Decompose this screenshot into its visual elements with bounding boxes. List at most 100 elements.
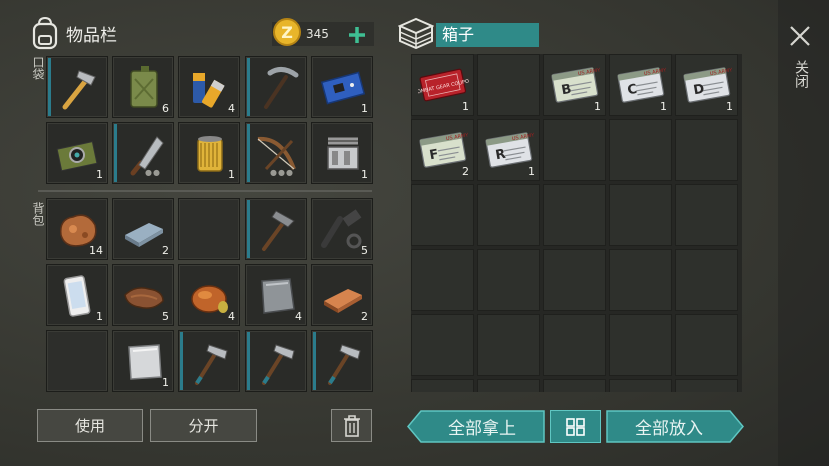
box-slot-empty[interactable]: [675, 249, 738, 311]
durability-bar: [247, 58, 250, 116]
close-icon[interactable]: [789, 25, 811, 47]
pocket-slot-engine-block[interactable]: 1: [311, 122, 373, 184]
take-all-button[interactable]: 全部拿上: [407, 410, 545, 443]
durability-bar: [114, 124, 117, 182]
pocket-slot-cleaver[interactable]: ●●: [112, 122, 174, 184]
backpack-icon: [32, 16, 58, 50]
box-slot-empty[interactable]: [543, 314, 606, 376]
backpack-slot-hatchet[interactable]: [311, 330, 373, 392]
use-button[interactable]: 使用: [37, 409, 143, 442]
durability-bar: [313, 332, 316, 390]
close-label: 关闭: [793, 60, 809, 88]
box-slot-army-card[interactable]: US ARMY F 2: [411, 119, 474, 181]
item-count: 1: [462, 100, 469, 113]
box-slot-empty[interactable]: [543, 184, 606, 246]
box-slot-empty[interactable]: [609, 184, 672, 246]
pocket-slot-oil-filter[interactable]: 1: [178, 122, 240, 184]
coin-amount: 345: [306, 27, 329, 41]
item-count: 1: [660, 100, 667, 113]
pocket-slot-batteries[interactable]: 4: [178, 56, 240, 118]
split-button[interactable]: 分开: [150, 409, 257, 442]
box-slot-empty[interactable]: [543, 249, 606, 311]
item-count: 4: [228, 310, 235, 323]
box-slot-empty[interactable]: [675, 119, 738, 181]
box-grid-panel: COMBAT GEAR COUPON 1 US ARMY B 1 US ARMY C 1 US …: [411, 54, 742, 392]
close-panel[interactable]: 关闭: [778, 0, 829, 466]
box-slot-empty[interactable]: [477, 184, 540, 246]
box-slot-empty[interactable]: [477, 314, 540, 376]
item-count: 5: [361, 244, 368, 257]
box-slot-army-card[interactable]: US ARMY B 1: [543, 54, 606, 116]
item-count: 4: [228, 102, 235, 115]
item-count: 2: [361, 310, 368, 323]
hammer-icon: [62, 70, 96, 110]
durability-bar: [247, 200, 250, 258]
backpack-slot-hatchet[interactable]: [245, 330, 307, 392]
box-slot-empty[interactable]: [675, 314, 738, 376]
box-slot-combat-gear-coupon[interactable]: COMBAT GEAR COUPON 1: [411, 54, 474, 116]
ammo-dots: ●●●: [270, 168, 294, 177]
box-slot-empty[interactable]: [477, 379, 540, 392]
pocket-slot-camera-module[interactable]: 1: [46, 122, 108, 184]
pocket-slot-hammer[interactable]: [46, 56, 108, 118]
pocket-slot-jerrycan[interactable]: 6: [112, 56, 174, 118]
pocket-slot-circuit-board[interactable]: 1: [311, 56, 373, 118]
put-all-label: 全部放入: [635, 419, 703, 439]
trash-button[interactable]: [331, 409, 372, 442]
backpack-slot-stone-pickaxe[interactable]: [245, 198, 307, 260]
backpack-slot-smartphone[interactable]: 1: [46, 264, 108, 326]
box-slot-empty[interactable]: [609, 249, 672, 311]
backpack-slot-empty[interactable]: [46, 330, 108, 392]
durability-bar: [247, 124, 250, 182]
pocket-slot-pickaxe[interactable]: [245, 56, 307, 118]
take-all-label: 全部拿上: [448, 419, 516, 439]
put-all-button[interactable]: 全部放入: [606, 410, 744, 443]
ammo-dots: ●●: [145, 168, 161, 177]
box-slot-empty[interactable]: [543, 119, 606, 181]
add-coins-button[interactable]: [347, 25, 367, 45]
svg-text:Z: Z: [281, 23, 293, 42]
box-slot-empty[interactable]: [609, 314, 672, 376]
inventory-header: 物品栏: [30, 16, 117, 50]
box-slot-empty[interactable]: [411, 249, 474, 311]
box-slot-empty[interactable]: [609, 379, 672, 392]
backpack-slot-rifle-parts[interactable]: 5: [311, 198, 373, 260]
box-slot-empty[interactable]: [477, 249, 540, 311]
backpack-slot-copper-ingot[interactable]: 2: [311, 264, 373, 326]
box-slot-empty[interactable]: [477, 54, 540, 116]
backpack-slot-aluminum-sheet[interactable]: 1: [112, 330, 174, 392]
backpack-slot-empty[interactable]: [178, 198, 240, 260]
box-slot-army-card[interactable]: US ARMY R 1: [477, 119, 540, 181]
box-slot-empty[interactable]: [675, 379, 738, 392]
box-slot-empty[interactable]: [411, 184, 474, 246]
hatchet-icon: [262, 344, 295, 385]
item-count: 1: [361, 168, 368, 181]
item-count: 1: [96, 168, 103, 181]
pocket-label: 口袋: [31, 56, 45, 80]
backpack-slot-copper-ore[interactable]: 14: [46, 198, 108, 260]
box-slot-empty[interactable]: [411, 314, 474, 376]
hatchet-icon: [328, 344, 361, 385]
box-slot-empty[interactable]: [411, 379, 474, 392]
backpack-slot-leather[interactable]: 5: [112, 264, 174, 326]
box-slot-empty[interactable]: [609, 119, 672, 181]
box-slot-army-card[interactable]: US ARMY C 1: [609, 54, 672, 116]
box-title: 箱子: [436, 23, 539, 47]
durability-bar: [180, 332, 183, 390]
cleaver-icon: [130, 136, 164, 176]
pickaxe-icon: [264, 67, 299, 109]
box-slot-army-card[interactable]: US ARMY D 1: [675, 54, 738, 116]
backpack-slot-roast-chicken[interactable]: 4: [178, 264, 240, 326]
pocket-slot-crossbow[interactable]: ●●●: [245, 122, 307, 184]
box-icon: [398, 17, 434, 49]
item-count: 1: [228, 168, 235, 181]
backpack-slot-iron-plate[interactable]: 4: [245, 264, 307, 326]
backpack-slot-hatchet[interactable]: [178, 330, 240, 392]
stone-pickaxe-icon: [262, 210, 295, 251]
backpack-slot-iron-ingot[interactable]: 2: [112, 198, 174, 260]
inventory-title: 物品栏: [66, 25, 117, 46]
sort-button[interactable]: [550, 410, 601, 443]
item-count: 1: [361, 102, 368, 115]
box-slot-empty[interactable]: [543, 379, 606, 392]
box-slot-empty[interactable]: [675, 184, 738, 246]
